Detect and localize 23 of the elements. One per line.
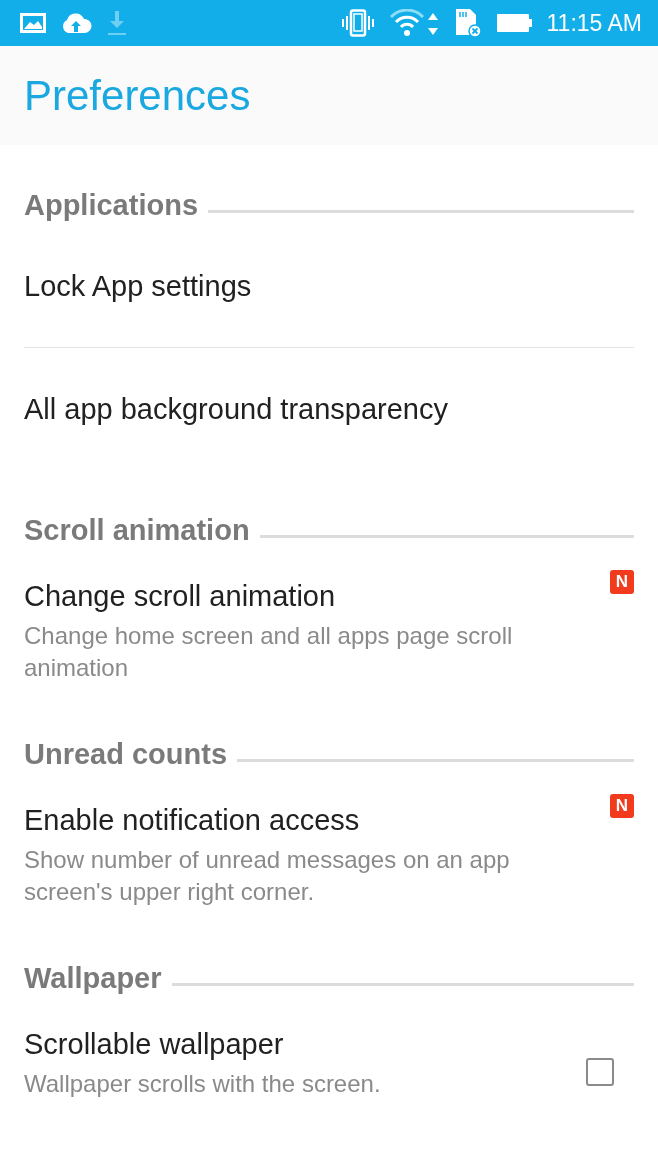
setting-title[interactable]: All app background transparency [24, 389, 634, 429]
setting-summary: Wallpaper scrolls with the screen. [24, 1069, 382, 1099]
battery-icon [496, 13, 533, 33]
setting-title[interactable]: Enable notification access [24, 800, 598, 840]
setting-summary: Show number of unread messages on an app screen's upper right corner. [24, 845, 511, 907]
section-header: Scroll animation [24, 513, 250, 547]
setting-title[interactable]: Change scroll animation [24, 576, 598, 616]
checkbox[interactable] [586, 1058, 614, 1086]
section-header: Applications [24, 188, 198, 222]
clock-time: 11:15 AM [546, 9, 642, 37]
download-icon [106, 9, 128, 37]
setting-summary: Change home screen and all apps page scroll animation [24, 621, 514, 683]
cloud-upload-icon [60, 12, 92, 34]
setting-title[interactable]: Scrollable wallpaper [24, 1024, 574, 1064]
page-title: Preferences [24, 71, 251, 120]
new-badge: N [610, 570, 634, 594]
section-header: Unread counts [24, 737, 228, 771]
section-header: Wallpaper [24, 961, 162, 995]
setting-title[interactable]: Lock App settings [24, 266, 634, 306]
image-icon [20, 13, 46, 33]
wifi-icon [388, 9, 439, 37]
new-badge: N [610, 794, 634, 818]
vibrate-icon [340, 9, 375, 37]
